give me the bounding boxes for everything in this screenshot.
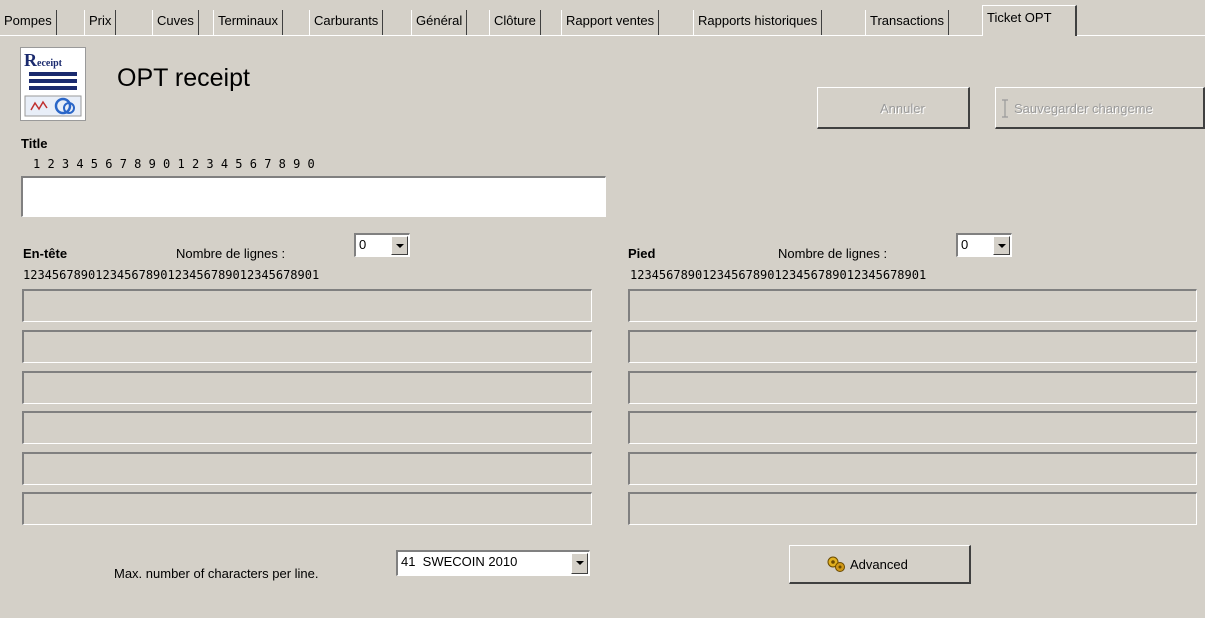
tab-label: Prix (89, 13, 112, 28)
footer-ruler: 1234567890123456789012345678901234567890… (630, 268, 927, 282)
tab-pompes[interactable]: Pompes (0, 10, 57, 35)
footer-line-input[interactable] (628, 371, 1197, 404)
tab-label: Clôture (494, 13, 536, 28)
footer-line-input[interactable] (628, 330, 1197, 363)
receipt-logo-icon: R eceipt (20, 47, 86, 121)
header-line-input[interactable] (22, 452, 592, 485)
cancel-button[interactable]: Annuler (817, 87, 970, 129)
header-label: En-tête (23, 246, 68, 261)
header-lines-label: Nombre de lignes : (176, 246, 286, 261)
advanced-button[interactable]: Advanced (789, 545, 971, 584)
tab-label: Terminaux (218, 13, 278, 28)
page-title: OPT receipt (117, 64, 250, 92)
save-icon (1000, 99, 1012, 122)
max-chars-label: Max. number of characters per line. (114, 566, 319, 581)
svg-text:R: R (24, 50, 38, 70)
max-chars-select[interactable]: 41 SWECOIN 2010 (396, 550, 590, 576)
tab-bar: Pompes Prix Cuves Terminaux Carburants G… (0, 0, 1205, 36)
tab-rapport-ventes[interactable]: Rapport ventes (561, 10, 660, 35)
title-label: Title (21, 136, 48, 151)
tab-label: Rapport ventes (566, 13, 655, 28)
advanced-button-label: Advanced (850, 557, 908, 572)
header-line-input[interactable] (22, 492, 592, 525)
footer-label: Pied (628, 246, 656, 261)
footer-line-input[interactable] (628, 452, 1197, 485)
header-line-input[interactable] (22, 371, 592, 404)
chevron-down-icon[interactable] (993, 236, 1010, 255)
header-line-input[interactable] (22, 330, 592, 363)
tab-cloture[interactable]: Clôture (489, 10, 541, 35)
header-ruler: 1234567890123456789012345678901234567890… (23, 268, 320, 282)
tab-transactions[interactable]: Transactions (865, 10, 949, 35)
tab-label: Carburants (314, 13, 379, 28)
tab-prix[interactable]: Prix (84, 10, 117, 35)
max-chars-value: 41 SWECOIN 2010 (401, 554, 518, 569)
header-lines-value: 0 (359, 237, 367, 252)
tab-label: Ticket OPT (987, 10, 1052, 25)
tab-label: Général (416, 13, 463, 28)
tab-label: Pompes (4, 13, 52, 28)
tab-terminaux[interactable]: Terminaux (213, 10, 283, 35)
gears-icon (826, 555, 846, 576)
tab-rapports-historiques[interactable]: Rapports historiques (693, 10, 823, 35)
header-line-input[interactable] (22, 411, 592, 444)
save-button-label: Sauvegarder changeme (1014, 101, 1153, 116)
tab-carburants[interactable]: Carburants (309, 10, 384, 35)
chevron-down-icon[interactable] (571, 553, 588, 574)
svg-text:eceipt: eceipt (37, 58, 63, 69)
footer-lines-select[interactable]: 0 (956, 233, 1012, 257)
title-input[interactable] (21, 176, 606, 217)
tab-label: Cuves (157, 13, 194, 28)
save-changes-button[interactable]: Sauvegarder changeme (995, 87, 1205, 129)
footer-line-input[interactable] (628, 411, 1197, 444)
header-lines-select[interactable]: 0 (354, 233, 410, 257)
chevron-down-icon[interactable] (391, 236, 408, 255)
tab-label: Transactions (870, 13, 944, 28)
footer-line-input[interactable] (628, 289, 1197, 322)
footer-lines-label: Nombre de lignes : (778, 246, 888, 261)
tab-general[interactable]: Général (411, 10, 468, 35)
tab-label: Rapports historiques (698, 13, 818, 28)
tab-ticket-opt[interactable]: Ticket OPT (982, 5, 1077, 36)
footer-lines-value: 0 (961, 237, 969, 252)
tab-cuves[interactable]: Cuves (152, 10, 199, 35)
title-ruler: 1 2 3 4 5 6 7 8 9 0 1 2 3 4 5 6 7 8 9 0 (33, 157, 315, 171)
cancel-button-label: Annuler (880, 101, 925, 116)
footer-line-input[interactable] (628, 492, 1197, 525)
header-line-input[interactable] (22, 289, 592, 322)
